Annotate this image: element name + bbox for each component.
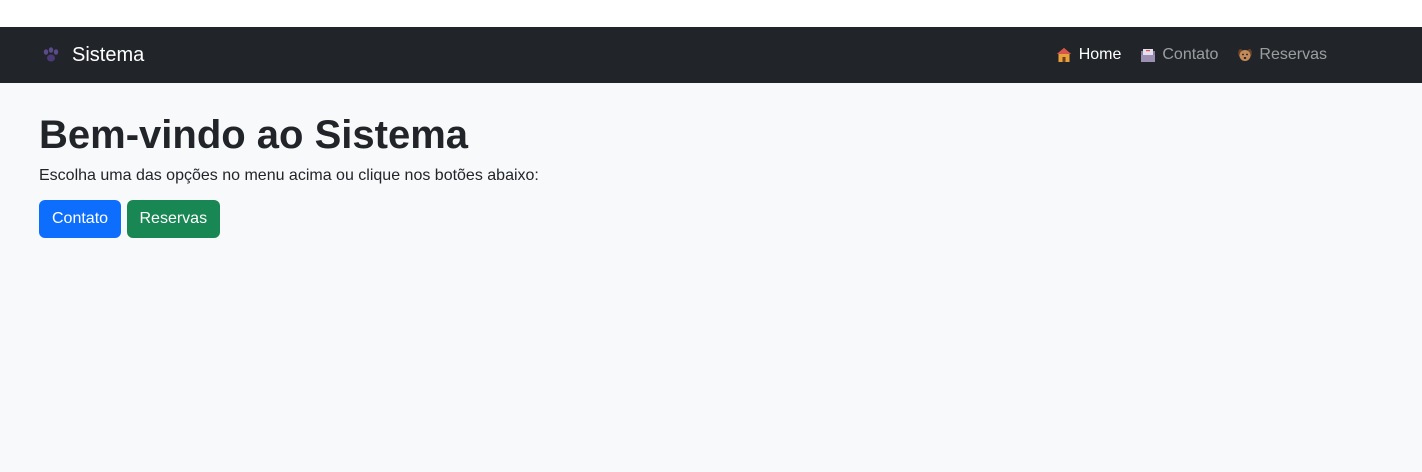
brand-label: Sistema [72, 43, 145, 66]
main-content: Bem-vindo ao Sistema Escolha uma das opç… [0, 83, 1422, 266]
nav-item-label: Contato [1162, 46, 1219, 63]
nav-item-label: Home [1078, 46, 1122, 63]
navbar-brand[interactable]: Sistema [40, 44, 144, 67]
navbar: Sistema Home Contato Reservas [0, 27, 1422, 83]
inbox-icon [1139, 47, 1156, 64]
browser-top-strip [0, 0, 1422, 27]
nav-item-home[interactable]: Home [1056, 46, 1122, 64]
paw-prints-icon [40, 44, 62, 66]
reservas-button[interactable]: Reservas [126, 200, 221, 238]
page-title: Bem-vindo ao Sistema [39, 113, 469, 157]
button-group: Contato Reservas [39, 200, 1383, 238]
house-icon [1056, 47, 1073, 64]
contato-button[interactable]: Contato [39, 200, 122, 238]
nav-item-contato[interactable]: Contato [1139, 46, 1218, 64]
nav-item-label: Reservas [1259, 46, 1327, 63]
page-subtitle: Escolha uma das opções no menu acima ou … [39, 167, 539, 184]
nav-menu: Home Contato Reservas [1038, 46, 1327, 64]
nav-item-reservas[interactable]: Reservas [1236, 46, 1327, 64]
dog-icon [1236, 47, 1253, 64]
